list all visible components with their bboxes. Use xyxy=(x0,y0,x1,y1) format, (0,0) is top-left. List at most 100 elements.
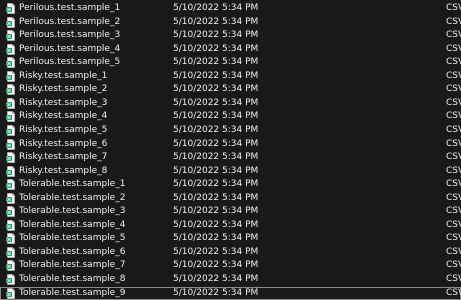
file-row[interactable]: Risky.test.sample_2 5/10/2022 5:34 PM CSV xyxy=(0,83,461,96)
file-row[interactable]: Risky.test.sample_6 5/10/2022 5:34 PM CSV xyxy=(0,138,461,151)
file-date-modified: 5/10/2022 5:34 PM xyxy=(173,138,259,149)
csv-file-icon xyxy=(6,206,16,218)
csv-file-icon xyxy=(6,287,16,299)
file-row[interactable]: Tolerable.test.sample_3 5/10/2022 5:34 PM… xyxy=(0,205,461,218)
file-type: CSV xyxy=(446,84,461,95)
csv-file-icon xyxy=(6,138,16,150)
file-date-modified: 5/10/2022 5:34 PM xyxy=(173,260,259,271)
file-type: CSV xyxy=(446,246,461,257)
file-type: CSV xyxy=(446,152,461,163)
file-row[interactable]: Tolerable.test.sample_9 5/10/2022 5:34 PM… xyxy=(0,286,461,300)
file-name: Tolerable.test.sample_1 xyxy=(19,179,126,190)
file-date-modified: 5/10/2022 5:34 PM xyxy=(173,219,259,230)
file-date-modified: 5/10/2022 5:34 PM xyxy=(173,111,259,122)
file-name: Tolerable.test.sample_9 xyxy=(19,287,126,298)
file-name: Perilous.test.sample_1 xyxy=(19,3,121,13)
file-type: CSV xyxy=(446,3,461,13)
csv-file-icon xyxy=(6,16,16,28)
file-name: Tolerable.test.sample_8 xyxy=(19,274,126,284)
file-date-modified: 5/10/2022 5:34 PM xyxy=(173,3,259,13)
csv-file-icon xyxy=(6,57,16,68)
file-date-modified: 5/10/2022 5:34 PM xyxy=(173,233,259,244)
file-type: CSV xyxy=(446,111,461,122)
file-date-modified: 5/10/2022 5:34 PM xyxy=(173,16,259,27)
file-type: CSV xyxy=(446,30,461,41)
csv-file-icon xyxy=(6,30,16,41)
file-name: Risky.test.sample_3 xyxy=(19,97,108,108)
file-date-modified: 5/10/2022 5:34 PM xyxy=(173,43,259,54)
file-date-modified: 5/10/2022 5:34 PM xyxy=(173,84,259,95)
file-row[interactable]: Perilous.test.sample_5 5/10/2022 5:34 PM C… xyxy=(0,56,461,69)
file-type: CSV xyxy=(446,260,461,271)
file-row[interactable]: Tolerable.test.sample_7 5/10/2022 5:34 PM… xyxy=(0,259,461,272)
file-row[interactable]: Perilous.test.sample_3 5/10/2022 5:34 PM C… xyxy=(0,29,461,42)
file-date-modified: 5/10/2022 5:34 PM xyxy=(173,152,259,163)
file-type: CSV xyxy=(446,16,461,27)
csv-file-icon xyxy=(6,125,16,136)
file-name: Tolerable.test.sample_2 xyxy=(19,192,126,203)
file-row[interactable]: Tolerable.test.sample_6 5/10/2022 5:34 PM… xyxy=(0,246,461,259)
file-name: Risky.test.sample_6 xyxy=(19,138,108,149)
file-row[interactable]: Risky.test.sample_1 5/10/2022 5:34 PM CSV xyxy=(0,70,461,83)
file-date-modified: 5/10/2022 5:34 PM xyxy=(173,165,259,176)
csv-file-icon xyxy=(6,84,16,96)
csv-file-icon xyxy=(6,219,16,231)
csv-file-icon xyxy=(6,233,16,245)
file-row[interactable]: Risky.test.sample_3 5/10/2022 5:34 PM CSV xyxy=(0,97,461,110)
csv-file-icon xyxy=(6,43,16,55)
file-date-modified: 5/10/2022 5:34 PM xyxy=(173,192,259,203)
file-date-modified: 5/10/2022 5:34 PM xyxy=(173,70,259,81)
file-row[interactable]: Risky.test.sample_4 5/10/2022 5:34 PM CSV xyxy=(0,110,461,123)
csv-file-icon xyxy=(6,152,16,163)
file-date-modified: 5/10/2022 5:34 PM xyxy=(173,246,259,257)
csv-file-icon xyxy=(6,165,16,177)
file-type: CSV xyxy=(446,57,461,68)
file-name: Tolerable.test.sample_3 xyxy=(19,206,126,217)
file-type: CSV xyxy=(446,219,461,230)
file-row[interactable]: Tolerable.test.sample_8 5/10/2022 5:34 PM… xyxy=(0,273,461,286)
file-row[interactable]: Tolerable.test.sample_1 5/10/2022 5:34 PM… xyxy=(0,178,461,191)
file-name: Risky.test.sample_7 xyxy=(19,152,108,163)
file-type: CSV xyxy=(446,179,461,190)
file-type: CSV xyxy=(446,287,461,298)
file-row[interactable]: Tolerable.test.sample_2 5/10/2022 5:34 PM… xyxy=(0,192,461,205)
csv-file-icon xyxy=(6,98,16,109)
file-name: Tolerable.test.sample_4 xyxy=(19,219,126,230)
file-type: CSV xyxy=(446,43,461,54)
file-name: Tolerable.test.sample_7 xyxy=(19,260,126,271)
file-name: Risky.test.sample_5 xyxy=(19,124,108,135)
file-date-modified: 5/10/2022 5:34 PM xyxy=(173,274,259,284)
file-name: Tolerable.test.sample_5 xyxy=(19,233,126,244)
file-name: Tolerable.test.sample_6 xyxy=(19,246,126,257)
file-type: CSV xyxy=(446,124,461,135)
file-row[interactable]: Risky.test.sample_8 5/10/2022 5:34 PM CSV xyxy=(0,165,461,178)
file-row[interactable]: Perilous.test.sample_2 5/10/2022 5:34 PM C… xyxy=(0,16,461,29)
file-type: CSV xyxy=(446,70,461,81)
csv-file-icon xyxy=(6,192,16,204)
csv-file-icon xyxy=(6,179,16,190)
file-row[interactable]: Risky.test.sample_5 5/10/2022 5:34 PM CSV xyxy=(0,124,461,137)
csv-file-icon xyxy=(6,247,16,258)
file-name: Risky.test.sample_2 xyxy=(19,84,108,95)
file-date-modified: 5/10/2022 5:34 PM xyxy=(173,179,259,190)
file-row[interactable]: Tolerable.test.sample_4 5/10/2022 5:34 PM… xyxy=(0,219,461,232)
file-type: CSV xyxy=(446,206,461,217)
file-row[interactable]: Tolerable.test.sample_5 5/10/2022 5:34 PM… xyxy=(0,232,461,245)
file-date-modified: 5/10/2022 5:34 PM xyxy=(173,287,259,298)
file-row[interactable]: Risky.test.sample_7 5/10/2022 5:34 PM CSV xyxy=(0,151,461,164)
file-name: Perilous.test.sample_4 xyxy=(19,43,121,54)
file-type: CSV xyxy=(446,274,461,284)
file-name: Perilous.test.sample_3 xyxy=(19,30,121,41)
file-row[interactable]: Perilous.test.sample_1 5/10/2022 5:34 PM C… xyxy=(0,2,461,15)
file-date-modified: 5/10/2022 5:34 PM xyxy=(173,206,259,217)
file-name: Risky.test.sample_4 xyxy=(19,111,108,122)
csv-file-icon xyxy=(6,3,16,14)
file-date-modified: 5/10/2022 5:34 PM xyxy=(173,30,259,41)
file-name: Perilous.test.sample_5 xyxy=(19,57,121,68)
file-type: CSV xyxy=(446,97,461,108)
file-name: Risky.test.sample_1 xyxy=(19,70,108,81)
file-type: CSV xyxy=(446,138,461,149)
file-date-modified: 5/10/2022 5:34 PM xyxy=(173,97,259,108)
file-row[interactable]: Perilous.test.sample_4 5/10/2022 5:34 PM C… xyxy=(0,43,461,56)
file-name: Perilous.test.sample_2 xyxy=(19,16,121,27)
